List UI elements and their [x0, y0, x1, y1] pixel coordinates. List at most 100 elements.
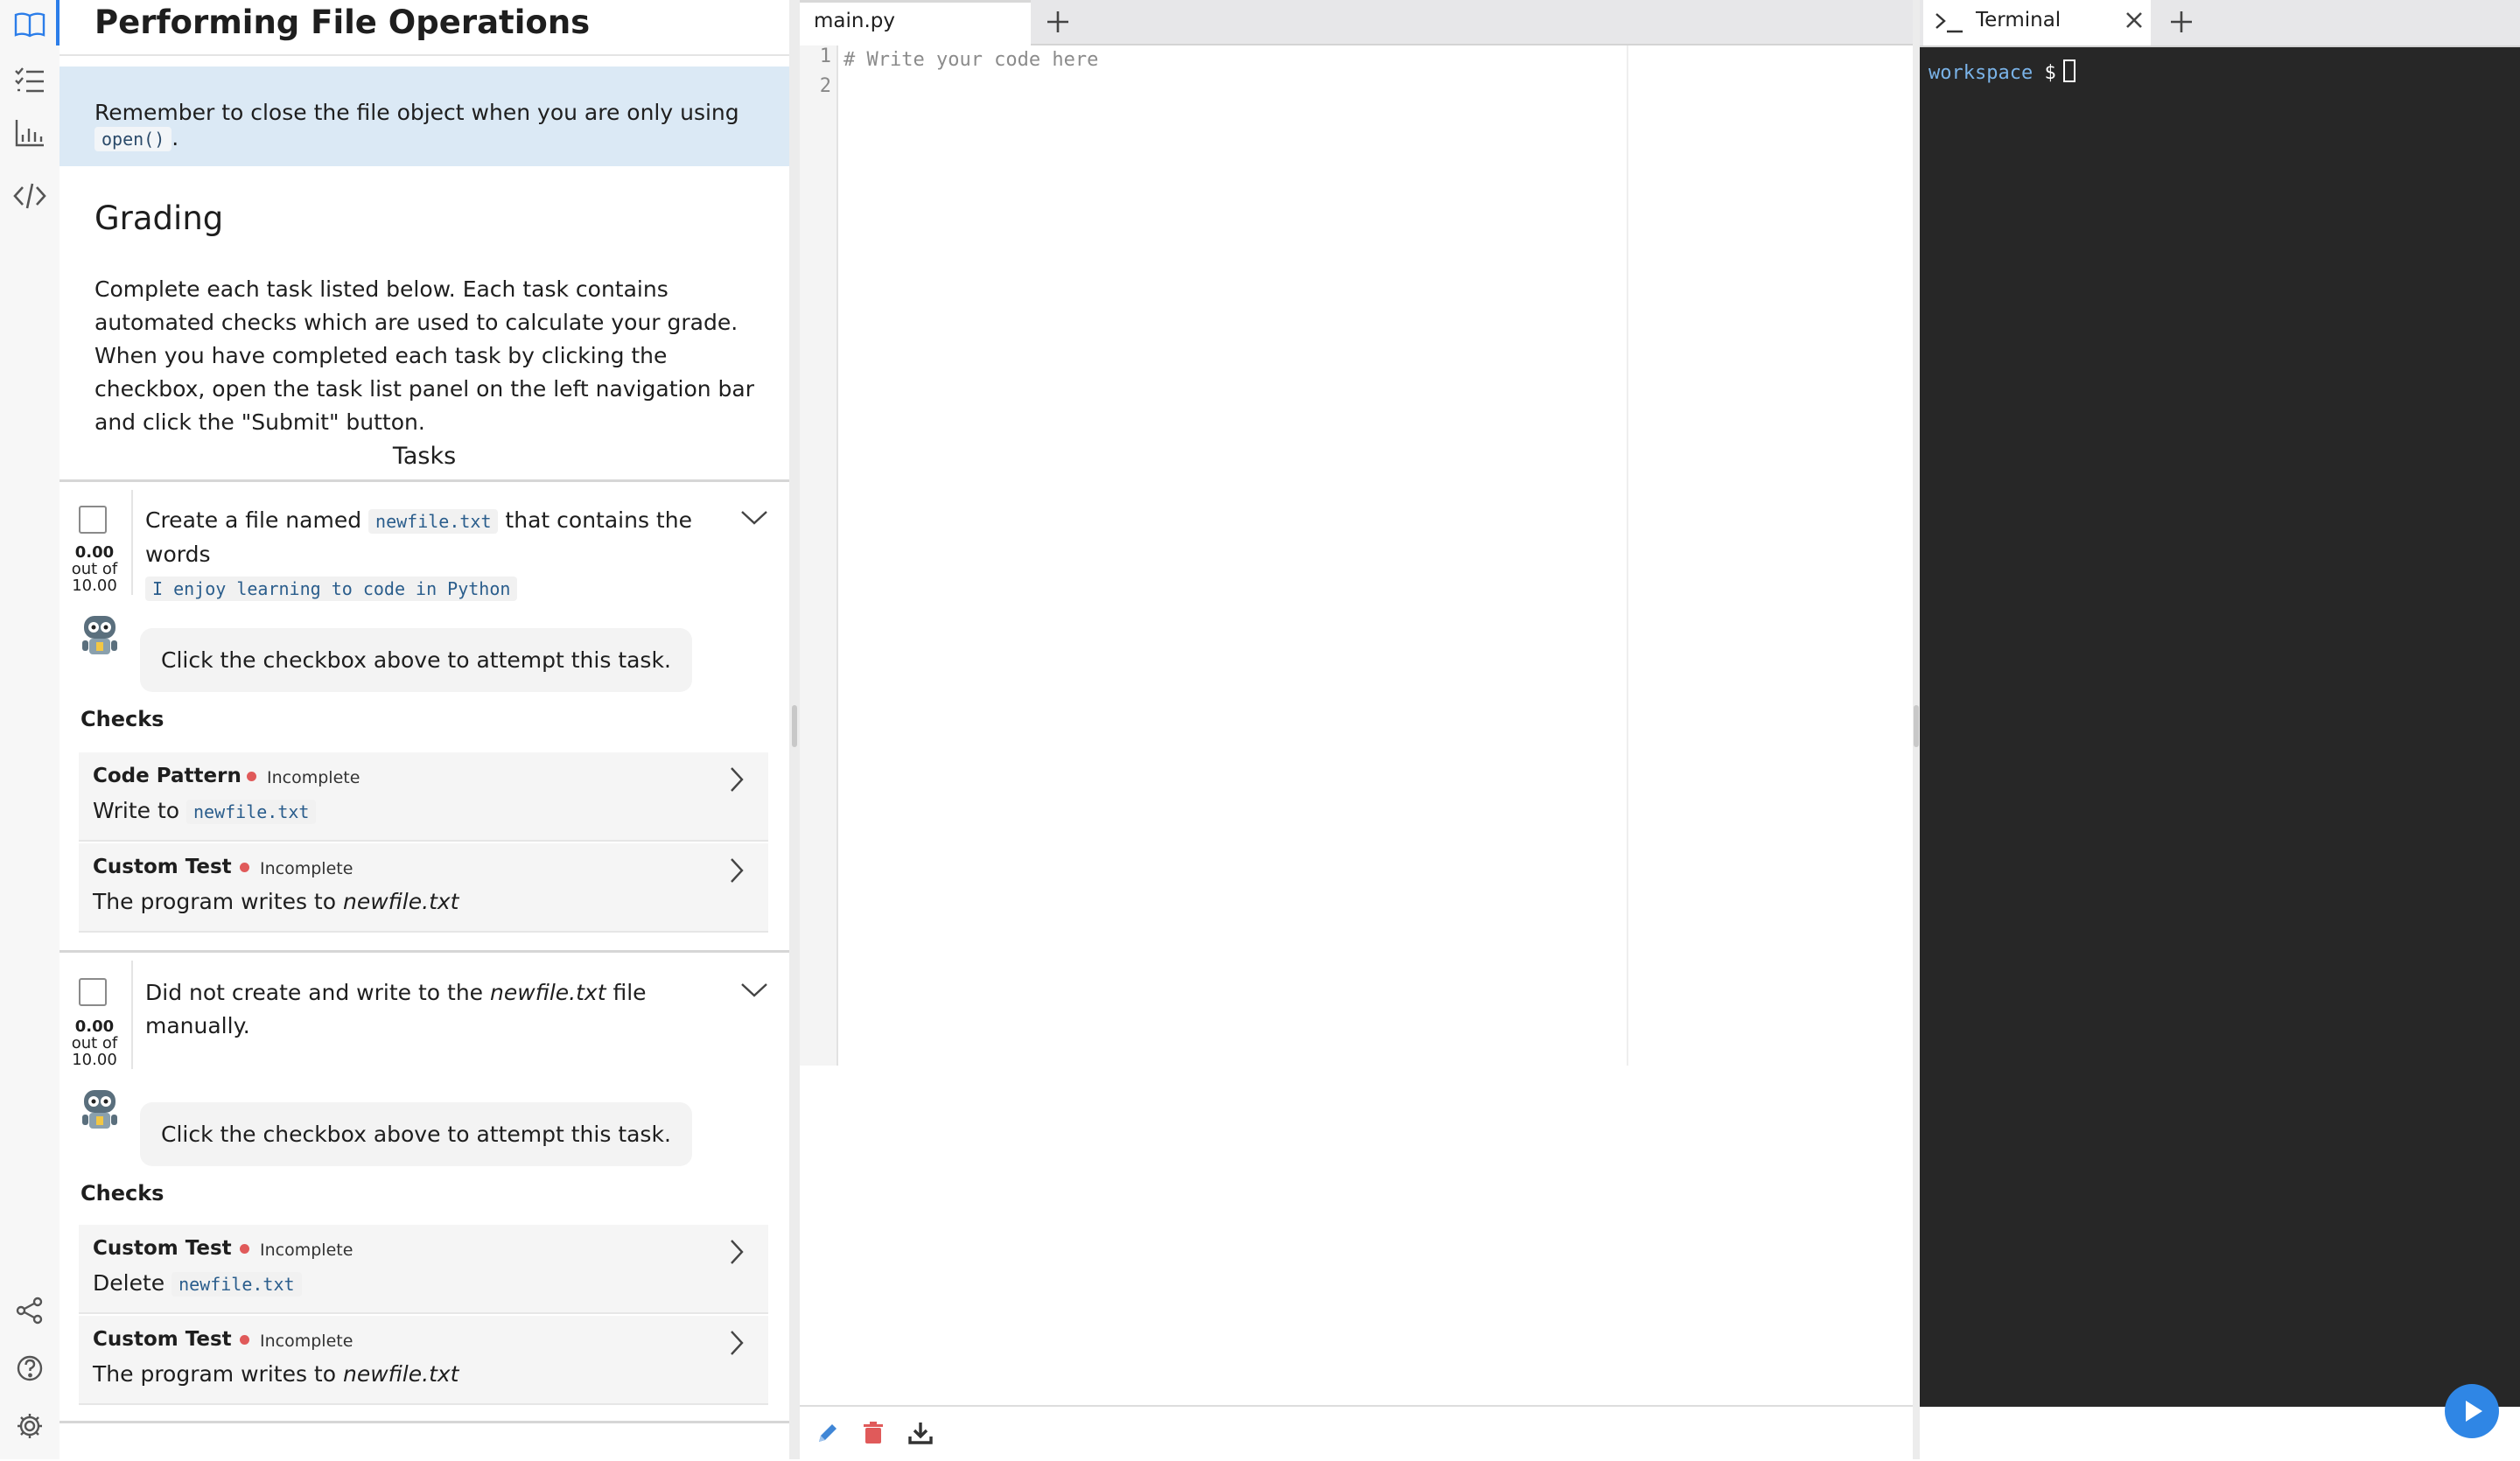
- status-dot: [240, 1244, 249, 1254]
- score-max: 10.00: [72, 577, 117, 595]
- chevron-right-icon[interactable]: [724, 1328, 749, 1358]
- task-col-divider: [131, 961, 133, 1069]
- task-checkbox[interactable]: [79, 506, 107, 534]
- add-tab-plus-icon[interactable]: [1038, 2, 1078, 42]
- check-desc-code: newfile.txt: [172, 1272, 302, 1297]
- check-kind: Custom Test: [93, 856, 232, 878]
- grading-heading: Grading: [94, 199, 224, 237]
- run-play-button[interactable]: [2445, 1384, 2499, 1438]
- score-value: 0.00: [74, 543, 115, 562]
- score-max: 10.00: [72, 1051, 117, 1069]
- prompt-symbol: $: [2044, 62, 2056, 84]
- guide-panel: Performing File Operations Remember to c…: [60, 0, 789, 1459]
- pencil-icon[interactable]: [810, 1416, 845, 1451]
- left-nav-rail: [0, 0, 61, 1459]
- status-badge: Incomplete: [240, 859, 353, 878]
- status-badge: Incomplete: [240, 1332, 353, 1351]
- terminal-tab[interactable]: Terminal: [1923, 0, 2151, 45]
- bar-chart-icon[interactable]: [7, 110, 52, 156]
- resize-grip[interactable]: [1914, 705, 1919, 747]
- code-text-area[interactable]: # Write your code here: [844, 45, 1098, 75]
- score-out-of: out of: [71, 1034, 118, 1052]
- chevron-down-icon[interactable]: [738, 502, 770, 534]
- tasks-heading: Tasks: [392, 443, 457, 470]
- editor-tab-main-py[interactable]: main.py: [800, 0, 1031, 45]
- share-icon[interactable]: [7, 1288, 52, 1333]
- resize-grip[interactable]: [792, 705, 797, 747]
- pane-resizer[interactable]: [789, 0, 800, 1459]
- chevron-right-icon[interactable]: [724, 765, 749, 794]
- task-text: Create a file named: [145, 507, 369, 533]
- line-number: 1: [819, 45, 831, 67]
- robot-message: Click the checkbox above to attempt this…: [140, 628, 692, 692]
- robot-message: Click the checkbox above to attempt this…: [140, 1102, 692, 1166]
- chevron-right-icon[interactable]: [724, 1237, 749, 1267]
- check-desc-text: Write to: [93, 798, 186, 823]
- download-icon[interactable]: [903, 1416, 938, 1451]
- help-icon[interactable]: [7, 1346, 52, 1391]
- check-desc-text: Delete: [93, 1270, 172, 1296]
- prompt-cwd: workspace: [1928, 62, 2034, 84]
- checks-heading: Checks: [80, 1181, 164, 1206]
- grading-instructions: Complete each task listed below. Each ta…: [94, 276, 755, 435]
- task-filename: newfile.txt: [490, 980, 606, 1005]
- chevron-right-icon[interactable]: [724, 856, 749, 885]
- checks-heading: Checks: [80, 707, 164, 731]
- check-description: Delete newfile.txt: [93, 1270, 302, 1297]
- callout-text-end: .: [172, 125, 179, 150]
- task-score: 0.00 out of 10.00: [61, 1018, 128, 1068]
- line-number-gutter: 1 2: [800, 45, 838, 1066]
- info-callout: Remember to close the file object when y…: [60, 66, 789, 166]
- status-text: Incomplete: [260, 1241, 354, 1260]
- status-badge: Incomplete: [247, 768, 360, 787]
- terminal-prompt-icon: [1934, 9, 1964, 35]
- check-desc-text: The program writes to: [93, 889, 343, 914]
- task-divider: [60, 950, 789, 953]
- task-description: Did not create and write to the newfile.…: [145, 976, 705, 1043]
- status-text: Incomplete: [267, 768, 360, 787]
- code-brackets-icon[interactable]: [7, 173, 52, 219]
- pane-resizer[interactable]: [1913, 0, 1920, 1459]
- check-description: The program writes to newfile.txt: [93, 889, 458, 914]
- title-divider: [60, 54, 789, 56]
- terminal-screen[interactable]: workspace $: [1920, 47, 2520, 1407]
- robot-avatar-icon: [79, 1085, 121, 1132]
- trash-icon[interactable]: [856, 1416, 891, 1451]
- terminal-prompt: workspace $: [1928, 59, 2076, 84]
- status-text: Incomplete: [260, 859, 354, 878]
- status-dot: [240, 1335, 249, 1345]
- task-text: Did not create and write to the: [145, 980, 491, 1005]
- check-item[interactable]: Code Pattern Incomplete Write to newfile…: [79, 752, 768, 842]
- task-score: 0.00 out of 10.00: [61, 544, 128, 594]
- task-list-icon[interactable]: [7, 58, 52, 103]
- print-margin-line: [1627, 45, 1628, 1066]
- task-checkbox[interactable]: [79, 978, 107, 1006]
- add-terminal-plus-icon[interactable]: [2161, 2, 2202, 42]
- check-description: The program writes to newfile.txt: [93, 1361, 458, 1387]
- close-icon[interactable]: [2121, 7, 2147, 33]
- chevron-down-icon[interactable]: [738, 975, 770, 1006]
- check-kind: Code Pattern: [93, 765, 242, 787]
- callout-text: Remember to close the file object when y…: [94, 100, 739, 125]
- terminal-tab-label: Terminal: [1976, 9, 2062, 31]
- callout-code: open(): [94, 127, 172, 151]
- status-badge: Incomplete: [240, 1241, 353, 1260]
- status-dot: [247, 772, 256, 781]
- check-desc-text: The program writes to: [93, 1361, 343, 1387]
- page-title: Performing File Operations: [94, 3, 591, 41]
- check-item[interactable]: Custom Test Incomplete Delete newfile.tx…: [79, 1225, 768, 1314]
- check-item[interactable]: Custom Test Incomplete The program write…: [79, 1316, 768, 1405]
- task-divider: [60, 1421, 789, 1423]
- check-item[interactable]: Custom Test Incomplete The program write…: [79, 843, 768, 933]
- check-desc-filename: newfile.txt: [342, 889, 459, 914]
- editor-tab-bar: main.py: [800, 0, 1918, 45]
- settings-gear-icon[interactable]: [7, 1403, 52, 1449]
- terminal-tab-bar: Terminal: [1920, 0, 2520, 47]
- score-value: 0.00: [74, 1017, 115, 1036]
- robot-avatar-icon: [79, 611, 121, 658]
- check-desc-filename: newfile.txt: [342, 1361, 459, 1387]
- guide-book-icon[interactable]: [7, 2, 52, 47]
- code-editor-pane: main.py 1 2 # Write your code here: [800, 0, 1918, 1461]
- status-text: Incomplete: [260, 1332, 354, 1351]
- editor-toolbar: [800, 1405, 1918, 1461]
